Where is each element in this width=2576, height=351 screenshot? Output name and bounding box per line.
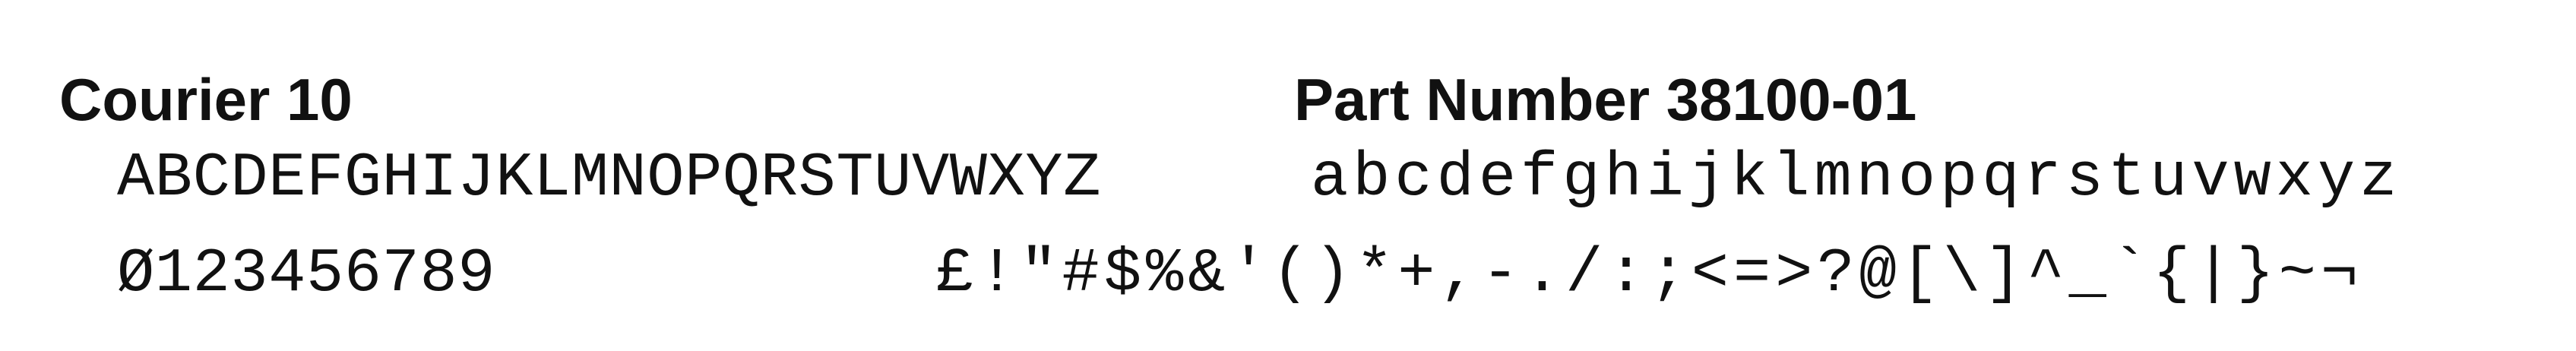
part-number-heading: Part Number 38100-01	[1294, 66, 1917, 133]
uppercase-sample: ABCDEFGHIJKLMNOPQRSTUVWXYZ	[117, 143, 1102, 213]
font-name-heading: Courier 10	[59, 66, 353, 133]
symbols-sample: £!"#$%&'()*+,-./:;<=>?@[\]^_`{|}~¬	[936, 239, 2363, 309]
digits-sample: Ø123456789	[117, 239, 496, 309]
lowercase-sample: abcdefghijklmnopqrstuvwxyz	[1311, 143, 2402, 213]
font-specimen-sheet: Courier 10 Part Number 38100-01 ABCDEFGH…	[0, 0, 2576, 351]
